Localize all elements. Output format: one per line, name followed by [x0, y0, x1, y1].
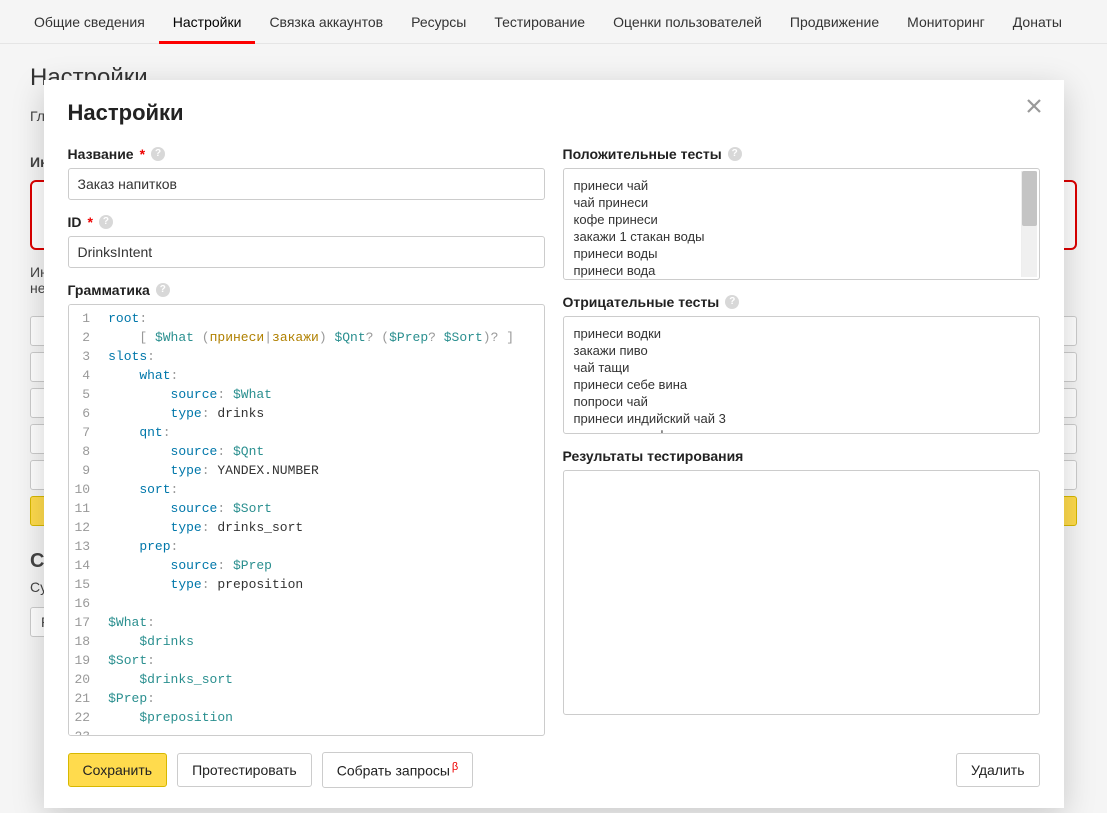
test-line: принеси водки	[574, 325, 1029, 342]
test-button[interactable]: Протестировать	[177, 753, 312, 787]
positive-tests-box[interactable]: принеси чайчай принесикофе принесизакажи…	[563, 168, 1040, 280]
help-icon[interactable]: ?	[725, 295, 739, 309]
test-line: принеси себе вина	[574, 376, 1029, 393]
positive-tests-label: Положительные тесты ?	[563, 146, 1040, 162]
modal-overlay: Настройки Название* ? ID* ? Грамматика ?	[0, 0, 1107, 813]
grammar-editor[interactable]: 1234567891011121314151617181920212223 ro…	[68, 304, 545, 736]
help-icon[interactable]: ?	[151, 147, 165, 161]
id-label: ID* ?	[68, 214, 545, 230]
help-icon[interactable]: ?	[728, 147, 742, 161]
test-line: принеси индийский чай 3	[574, 410, 1029, 427]
test-line: закажи пиво	[574, 342, 1029, 359]
settings-modal: Настройки Название* ? ID* ? Грамматика ?	[44, 80, 1064, 808]
name-input[interactable]	[68, 168, 545, 200]
delete-button[interactable]: Удалить	[956, 753, 1039, 787]
test-line: закажи 1 стакан воды	[574, 228, 1029, 245]
test-line: принеси вода	[574, 262, 1029, 279]
save-button[interactable]: Сохранить	[68, 753, 168, 787]
test-line: чай тащи	[574, 359, 1029, 376]
name-label: Название* ?	[68, 146, 545, 162]
help-icon[interactable]: ?	[99, 215, 113, 229]
test-line: кофе принеси	[574, 211, 1029, 228]
id-input[interactable]	[68, 236, 545, 268]
negative-tests-box[interactable]: принеси водкизакажи пивочай тащипринеси …	[563, 316, 1040, 434]
test-line: принеси воды	[574, 245, 1029, 262]
results-label: Результаты тестирования	[563, 448, 1040, 464]
grammar-label: Грамматика ?	[68, 282, 545, 298]
negative-tests-label: Отрицательные тесты ?	[563, 294, 1040, 310]
collect-requests-button[interactable]: Собрать запросыβ	[322, 752, 474, 788]
test-line: принеси чай	[574, 177, 1029, 194]
close-icon[interactable]	[1020, 92, 1048, 120]
help-icon[interactable]: ?	[156, 283, 170, 297]
test-line: чая принеси	[574, 279, 1029, 280]
test-line: закажи три кофе с	[574, 427, 1029, 434]
test-line: попроси чай	[574, 393, 1029, 410]
test-line: чай принеси	[574, 194, 1029, 211]
results-box	[563, 470, 1040, 715]
modal-title: Настройки	[68, 100, 1040, 126]
